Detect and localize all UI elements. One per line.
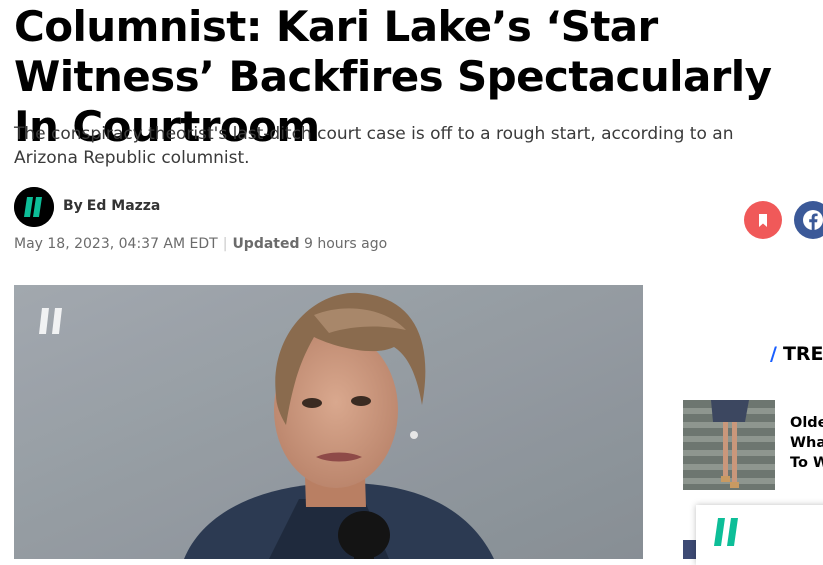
huffpost-logo-icon (713, 518, 741, 551)
promo-image-edge (683, 540, 696, 559)
save-button[interactable] (744, 201, 782, 239)
trending-item-title[interactable]: Olde Wha To W (790, 413, 823, 473)
timestamp-separator: | (222, 236, 228, 252)
facebook-share-button[interactable] (794, 201, 823, 239)
byline-prefix: By (63, 198, 83, 214)
facebook-icon (803, 210, 823, 230)
article-subheadline: The conspiracy theorist's last-ditch cou… (14, 124, 734, 168)
bookmark-icon (759, 214, 767, 227)
updated-time: 9 hours ago (303, 236, 388, 252)
kari-lake-photo (14, 285, 643, 559)
huffpost-watermark-icon (38, 308, 66, 339)
updated-label: Updated (232, 236, 300, 252)
stairs-photo (683, 400, 775, 490)
trending-item-thumbnail[interactable] (683, 400, 775, 490)
article-timestamp: May 18, 2023, 04:37 AM EDT | Updated 9 hou… (14, 236, 387, 252)
byline: By Ed Mazza (63, 198, 160, 214)
author-name[interactable]: Ed Mazza (87, 198, 161, 214)
author-avatar[interactable] (14, 187, 54, 227)
trending-slash: / (770, 343, 777, 365)
trending-header: /TREN (770, 343, 823, 365)
trending-label: TREN (782, 343, 823, 365)
published-date: May 18, 2023, 04:37 AM EDT (14, 236, 218, 252)
huffpost-logo-icon (14, 187, 54, 227)
article-hero-image[interactable] (14, 285, 643, 559)
